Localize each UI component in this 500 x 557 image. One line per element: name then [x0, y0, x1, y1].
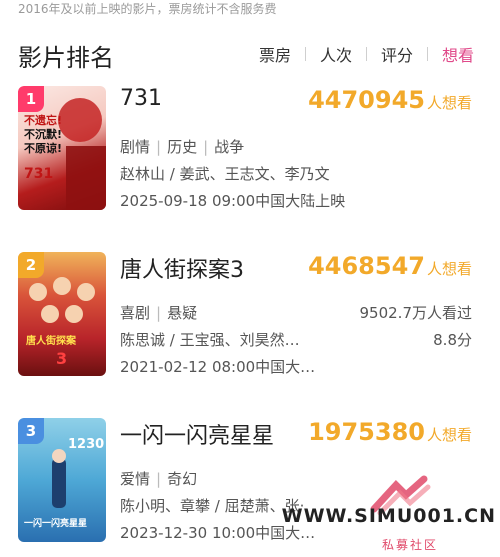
release-date: 2025-09-18 09:00中国大陆上映	[120, 192, 346, 210]
genre: 剧情	[120, 138, 151, 156]
svg-text:1230: 1230	[68, 437, 104, 452]
want-count: 4468547 人想看	[308, 252, 472, 280]
svg-text:不遗忘!: 不遗忘!	[24, 113, 62, 127]
rank-badge: 3	[18, 418, 44, 444]
genre: 喜剧	[120, 304, 151, 322]
tab-divider	[304, 47, 306, 61]
rank-badge: 1	[18, 86, 44, 112]
cast: 陈思诚 / 王宝强、刘昊然…	[120, 331, 300, 349]
want-count: 1975380 人想看	[308, 418, 472, 446]
score: 8.8分	[433, 331, 472, 349]
genres: 喜剧 | 悬疑	[120, 304, 198, 322]
genre: 历史	[167, 138, 198, 156]
release-date: 2021-02-12 08:00中国大…	[120, 358, 316, 376]
genre: 奇幻	[167, 470, 198, 488]
rank-badge: 2	[18, 252, 44, 278]
watermark-sub: 私募社区	[381, 538, 438, 552]
movie-title[interactable]: 一闪一闪亮星星	[120, 418, 274, 450]
want-count: 4470945 人想看	[308, 86, 472, 114]
genre: 战争	[214, 138, 245, 156]
genre: 爱情	[120, 470, 151, 488]
movie-poster[interactable]: 唐人街探案 3 2	[18, 252, 106, 376]
tab-want-to-see[interactable]: 想看	[442, 42, 474, 66]
movie-title[interactable]: 唐人街探案3	[120, 252, 244, 284]
genres: 剧情 | 历史 | 战争	[120, 138, 245, 156]
want-label: 人想看	[426, 426, 472, 444]
want-label: 人想看	[426, 260, 472, 278]
movie-title[interactable]: 731	[120, 86, 162, 111]
want-label: 人想看	[426, 94, 472, 112]
watermark-site: WWW.SIMU001.CN	[281, 505, 496, 527]
svg-text:3: 3	[56, 349, 67, 368]
top-note: 2016年及以前上映的影片，票房统计不含服务费	[18, 2, 277, 16]
want-number: 4468547	[308, 252, 425, 280]
section-title: 影片排名	[18, 44, 114, 72]
tab-box-office[interactable]: 票房	[259, 42, 291, 66]
views-count: 9502.7万人看过	[359, 304, 473, 322]
svg-text:不原谅!: 不原谅!	[24, 141, 62, 155]
genre: 悬疑	[167, 304, 198, 322]
svg-text:唐人街探案: 唐人街探案	[26, 334, 77, 347]
cast: 陈小明、章攀 / 屈楚萧、张·	[120, 497, 305, 515]
tab-attendance[interactable]: 人次	[320, 42, 352, 66]
movie-poster[interactable]: 不遗忘! 不沉默! 不原谅! 731 1	[18, 86, 106, 210]
cast: 赵林山 / 姜武、王志文、李乃文	[120, 165, 330, 183]
svg-text:不沉默!: 不沉默!	[24, 127, 62, 141]
genres: 爱情 | 奇幻	[120, 470, 198, 488]
movie-poster[interactable]: 1230 一闪一闪亮星星 3	[18, 418, 106, 542]
sort-tabs: 票房 人次 评分 想看	[259, 42, 474, 66]
tab-divider	[365, 47, 367, 61]
svg-text:731: 731	[24, 166, 53, 182]
tab-rating[interactable]: 评分	[381, 42, 413, 66]
want-number: 1975380	[308, 418, 425, 446]
movie-item[interactable]: 不遗忘! 不沉默! 不原谅! 731 1 731 4470945 人想看 剧情 |…	[0, 86, 500, 221]
movie-item[interactable]: 唐人街探案 3 2 唐人街探案3 4468547 人想看 喜剧 | 悬疑 9502.…	[0, 252, 500, 387]
want-number: 4470945	[308, 86, 425, 114]
svg-text:一闪一闪亮星星: 一闪一闪亮星星	[24, 517, 87, 529]
tab-divider	[426, 47, 428, 61]
